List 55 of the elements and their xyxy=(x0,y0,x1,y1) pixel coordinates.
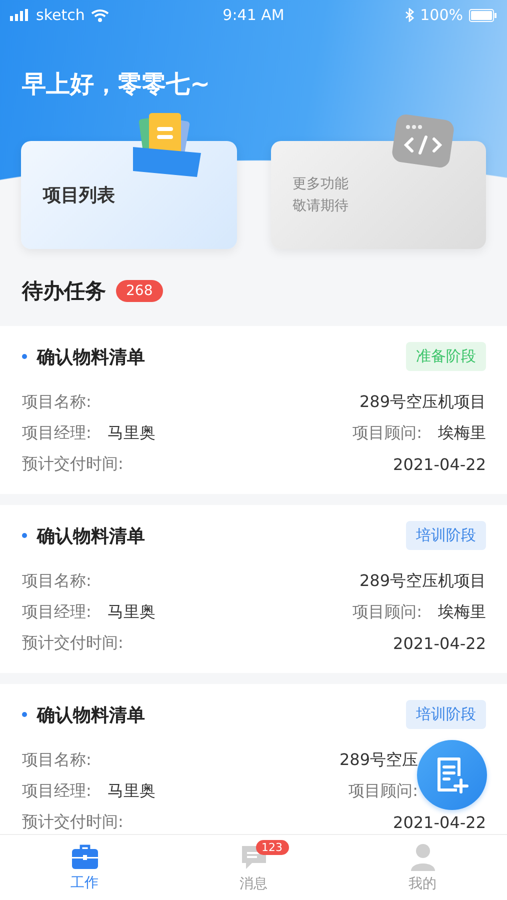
task-card[interactable]: 确认物料清单 准备阶段 项目名称: 289号空压机项目 项目经理: 马里奥 项目顾问: 埃梅里 预计交付时间: 2021-04-22 xyxy=(0,326,507,494)
battery-icon xyxy=(469,8,497,22)
field-label: 预计交付时间: xyxy=(22,454,124,475)
field-value: 2021-04-22 xyxy=(393,455,486,474)
greeting: 早上好，零零七~ xyxy=(22,69,212,100)
person-icon xyxy=(410,842,436,870)
tab-item[interactable]: 消息 123 xyxy=(169,835,338,900)
stage-tag: 培训阶段 xyxy=(406,700,486,729)
task-title: 确认物料清单 xyxy=(37,346,145,368)
task-title: 确认物料清单 xyxy=(37,524,145,548)
shortcut-title: 项目列表 xyxy=(43,184,115,207)
bluetooth-icon xyxy=(405,8,414,22)
field-value: 2021-04-22 xyxy=(393,634,486,653)
field-label: 项目名称: xyxy=(22,392,92,413)
field-label: 项目名称: xyxy=(22,571,92,592)
stage-tag: 准备阶段 xyxy=(406,342,486,371)
field-label: 预计交付时间: xyxy=(22,812,124,833)
bullet-icon xyxy=(22,712,27,717)
wifi-icon xyxy=(90,8,109,22)
shortcut-card[interactable]: 项目列表 xyxy=(21,141,236,249)
field-value: 埃梅里 xyxy=(438,423,486,444)
field-value: 马里奥 xyxy=(107,423,156,444)
field-value: 289号空压机项目 xyxy=(359,571,486,592)
section-title: 待办任务 xyxy=(22,278,106,305)
task-card[interactable]: 确认物料清单 培训阶段 项目名称: 289号空压机项目 项目经理: 马里奥 项目顾问: 埃梅里 预计交付时间: 2021-04-22 xyxy=(0,505,507,673)
field-value: 马里奥 xyxy=(107,602,156,623)
task-card[interactable]: 确认物料清单 培训阶段 项目名称: 289号空压 项目经理: 马里奥 项目顾问: 预计交付时间: 2021-04-22 xyxy=(0,684,507,834)
field-label: 项目经理: xyxy=(22,423,92,444)
field-label: 项目名称: xyxy=(22,750,92,771)
battery-percent: 100% xyxy=(420,6,463,24)
shortcut-title: 更多功能 xyxy=(292,174,348,194)
field-value: 289号空压 xyxy=(339,750,418,771)
bullet-icon xyxy=(22,354,27,359)
stage-tag: 培训阶段 xyxy=(406,521,486,550)
task-title: 确认物料清单 xyxy=(37,704,145,726)
field-label: 项目顾问: xyxy=(348,781,418,802)
field-value: 马里奥 xyxy=(107,781,156,802)
unread-badge: 123 xyxy=(256,840,288,855)
signal-icon xyxy=(10,9,30,21)
field-label: 预计交付时间: xyxy=(22,633,124,654)
field-value: 289号空压机项目 xyxy=(359,392,486,413)
add-document-icon xyxy=(435,756,469,794)
carrier-name: sketch xyxy=(36,6,85,24)
field-label: 项目顾问: xyxy=(352,423,422,444)
count-badge: 268 xyxy=(116,280,163,302)
field-label: 项目经理: xyxy=(22,602,92,623)
toolbox-icon xyxy=(70,844,98,870)
field-value: 2021-04-22 xyxy=(393,813,486,832)
tab-item[interactable]: 工作 xyxy=(0,835,169,900)
clock-time: 9:41 AM xyxy=(222,6,284,24)
field-label: 项目顾问: xyxy=(352,602,422,623)
field-value: 埃梅里 xyxy=(438,602,486,623)
field-label: 项目经理: xyxy=(22,781,92,802)
bullet-icon xyxy=(22,533,27,538)
shortcut-title: 敬请期待 xyxy=(292,197,348,216)
